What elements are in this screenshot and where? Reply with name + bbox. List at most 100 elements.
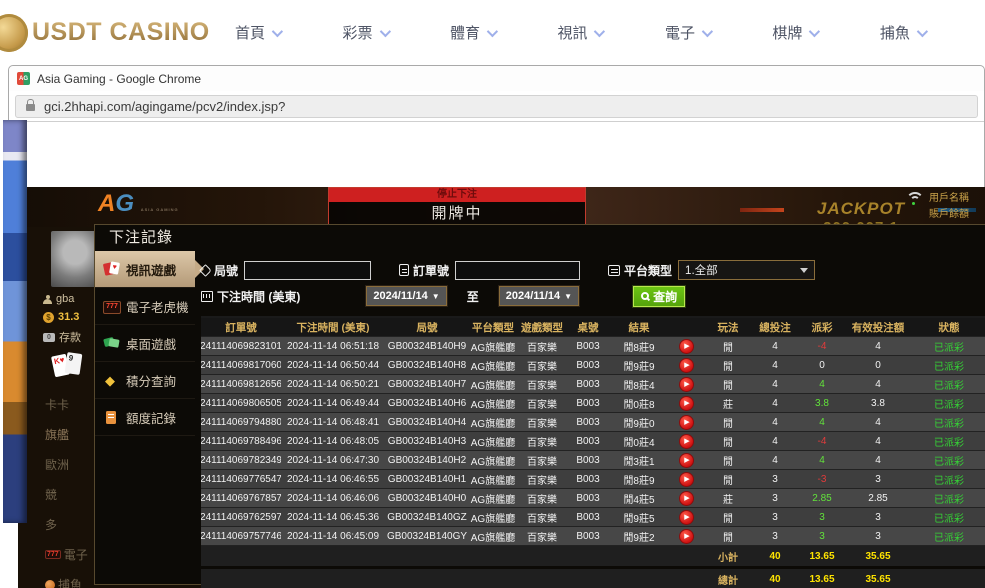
deposit-icon: 0 [43,333,55,342]
cell-play-video: ▶ [669,375,703,393]
cell-result: 閒8莊9 [609,470,669,488]
play-video-button[interactable]: ▶ [679,472,694,487]
cell-order: 241114069817060 [201,356,281,374]
site-logo[interactable]: USDT CASINO [0,14,215,52]
table-row: 2411140698170602024-11-14 06:50:44GB0032… [201,356,985,375]
magnifier-icon [641,292,649,300]
rail-item-label: 競 [45,486,57,503]
nav-item-電子[interactable]: 電子 [665,22,710,43]
nav-item-首頁[interactable]: 首頁 [235,22,280,43]
nav-item-彩票[interactable]: 彩票 [342,22,387,43]
date-to-select[interactable]: 2024/11/14▼ [499,286,579,306]
chevron-down-icon [379,25,390,36]
account-info-label: 賬戶餘額 [929,205,969,220]
calendar-icon [201,291,213,302]
cell-game: 百家樂 [517,337,567,355]
browser-window: AG Asia Gaming - Google Chrome gci.2hhap… [8,65,985,523]
browser-title: Asia Gaming - Google Chrome [37,72,201,86]
order-input[interactable] [455,261,580,280]
nav-item-棋牌[interactable]: 棋牌 [772,22,817,43]
play-video-button[interactable]: ▶ [679,396,694,411]
nav-item-捕魚[interactable]: 捕魚 [880,22,925,43]
cell-order: 241114069812656 [201,375,281,393]
game-page: AG ASIA GAMING 停止下注 開牌中 JACKPOT 200,007.… [18,187,985,588]
table-row: 2411140697625972024-11-14 06:45:36GB0032… [201,508,985,527]
sidebar-item-桌面遊戲[interactable]: 桌面遊戲 [95,325,195,362]
play-video-button[interactable]: ▶ [679,415,694,430]
cell-valid-bet: 4 [847,451,909,469]
cell-play-video: ▶ [669,432,703,450]
col-header: 局號 [385,318,469,336]
play-video-button[interactable]: ▶ [679,453,694,468]
cell-platform: AG旗艦廳 [469,508,517,526]
account-info: 用戶名稱賬戶餘額桌台編號 [905,187,985,227]
rail-item-電子[interactable]: 777電子 [45,546,95,563]
cell-round: GB00324B140H8 [385,356,469,374]
cell-valid-bet: 3 [847,470,909,488]
cell-play-type: 閒 [703,375,753,393]
bet-status-box: 停止下注 開牌中 [328,187,586,227]
play-video-button[interactable]: ▶ [679,358,694,373]
sidebar-item-電子老虎機[interactable]: 電子老虎機 [95,288,195,325]
summary-bet: 40 [753,569,797,588]
nav-item-視訊[interactable]: 視訊 [557,22,602,43]
play-video-button[interactable]: ▶ [679,491,694,506]
cell-bet: 3 [753,508,797,526]
col-header: 訂單號 [201,318,281,336]
search-button[interactable]: 查詢 [633,286,685,307]
play-video-button[interactable]: ▶ [679,529,694,544]
round-input[interactable] [244,261,371,280]
deposit-label: 存款 [59,329,81,345]
cell-table-no: B003 [567,413,609,431]
cell-empty [201,569,281,588]
rail-item-競[interactable]: 競 [45,486,95,503]
rail-item-label: 歐洲 [45,456,69,473]
total-row: 總計4013.6535.65 [201,569,985,588]
sidebar-item-積分查詢[interactable]: 積分查詢 [95,362,195,399]
rail-item-卡卡[interactable]: 卡卡 [45,396,95,413]
avatar [51,231,95,287]
table-row: 2411140697823492024-11-14 06:47:30GB0032… [201,451,985,470]
play-video-button[interactable]: ▶ [679,510,694,525]
order-label: 訂單號 [413,262,449,279]
url-bar[interactable]: gci.2hhapi.com/agingame/pcv2/index.jsp? [15,95,978,118]
cell-play-video: ▶ [669,508,703,526]
rail-item-旗艦[interactable]: 旗艦 [45,426,95,443]
cell-play-video: ▶ [669,470,703,488]
col-header: 遊戲類型 [517,318,567,336]
subtotal-row: 小計4013.6535.65 [201,546,985,566]
play-video-button[interactable]: ▶ [679,339,694,354]
col-header: 結果 [609,318,669,336]
col-header: 平台類型 [469,318,517,336]
cell-play-video: ▶ [669,489,703,507]
platform-value: 1.全部 [685,262,718,278]
cell-play-type: 莊 [703,489,753,507]
sidebar-item-額度記錄[interactable]: 額度記錄 [95,399,195,436]
cell-payout: 0 [797,356,847,374]
sidebar-item-視訊遊戲[interactable]: 視訊遊戲 [95,251,195,288]
date-from-select[interactable]: 2024/11/14▼ [366,286,446,306]
cell-empty [669,546,703,566]
play-video-button[interactable]: ▶ [679,434,694,449]
tag-icon [199,264,212,277]
cell-round: GB00324B140H9 [385,337,469,355]
browser-titlebar[interactable]: AG Asia Gaming - Google Chrome [9,66,984,91]
cell-round: GB00324B140GZ [385,508,469,526]
nav-item-體育[interactable]: 體育 [450,22,495,43]
cell-empty [517,569,567,588]
cell-valid-bet: 4 [847,413,909,431]
chevron-down-icon [594,25,605,36]
rail-item-歐洲[interactable]: 歐洲 [45,456,95,473]
cell-status: 已派彩 [909,394,985,412]
rail-item-捕魚[interactable]: 捕魚 [45,576,95,588]
rail-item-多[interactable]: 多 [45,516,95,533]
cell-payout: -3 [797,470,847,488]
cell-result: 閒0莊4 [609,432,669,450]
chevron-down-icon [917,25,928,36]
play-video-button[interactable]: ▶ [679,377,694,392]
cell-valid-bet: 3.8 [847,394,909,412]
caret-down-icon [800,268,808,273]
cell-payout: 3 [797,527,847,545]
cell-table-no: B003 [567,451,609,469]
platform-select[interactable]: 1.全部 [678,260,815,280]
